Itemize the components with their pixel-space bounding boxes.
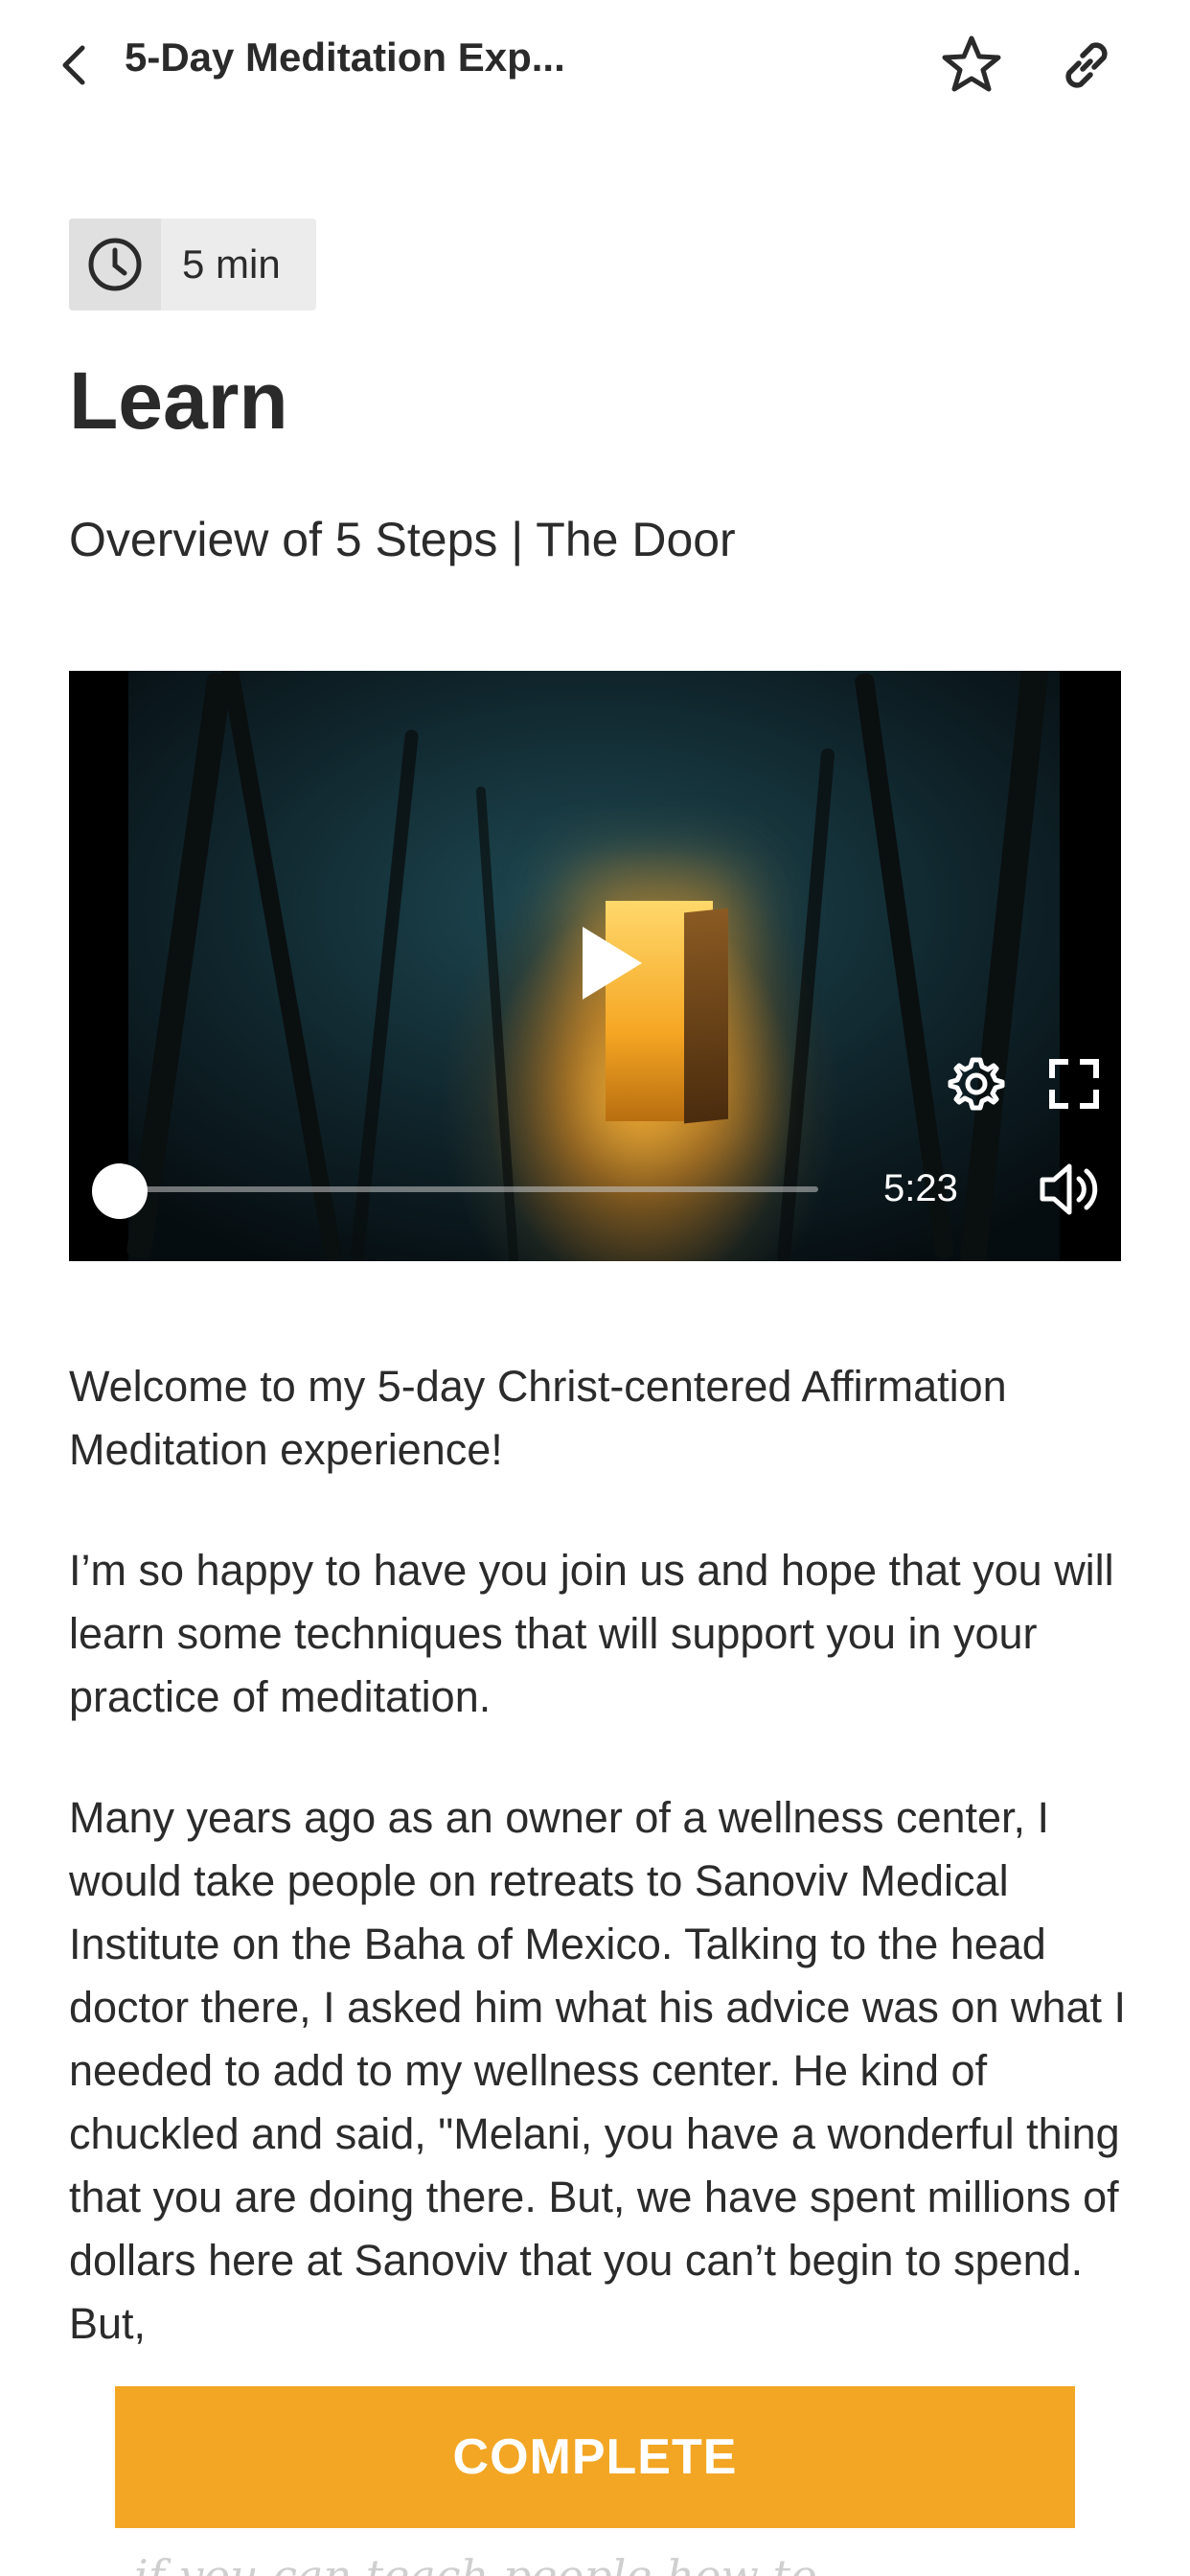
body-paragraph: Many years ago as an owner of a wellness…: [69, 1793, 1127, 2348]
link-icon: [1065, 42, 1108, 88]
body-paragraph: Welcome to my 5-day Christ-centered Affi…: [69, 1362, 1007, 1474]
play-icon: [583, 927, 642, 1000]
clock-icon: [88, 238, 142, 291]
body-paragraph: I’m so happy to have you join us and hop…: [69, 1546, 1114, 1721]
duration-badge: 5 min: [69, 218, 316, 310]
course-title: 5-Day Meditation Exp...: [125, 34, 565, 80]
lesson-body: Welcome to my 5-day Christ-centered Affi…: [69, 1355, 1133, 2413]
favorite-button[interactable]: [939, 33, 1004, 98]
lesson-subtitle: Overview of 5 Steps | The Door: [69, 513, 736, 566]
video-time: 5:23: [883, 1167, 958, 1209]
video-settings-button[interactable]: [945, 1052, 1008, 1116]
complete-button[interactable]: COMPLETE: [115, 2386, 1075, 2528]
lesson-page: 5-Day Meditation Exp... 5 min Learn Over…: [0, 0, 1190, 2576]
video-progress-bar[interactable]: [119, 1186, 818, 1192]
duration-icon-box: [69, 218, 161, 310]
share-link-button[interactable]: [1054, 33, 1119, 98]
top-bar: 5-Day Meditation Exp...: [0, 0, 1190, 129]
play-button[interactable]: [565, 915, 652, 1011]
chevron-left-icon: [62, 45, 85, 85]
fullscreen-button[interactable]: [1042, 1052, 1106, 1116]
video-scrubber-handle[interactable]: [92, 1163, 148, 1219]
video-player[interactable]: 5:23: [69, 671, 1121, 1261]
volume-button[interactable]: [1037, 1158, 1104, 1221]
star-outline-icon: [942, 35, 1001, 92]
section-title: Learn: [69, 356, 288, 446]
gear-icon: [948, 1057, 1005, 1111]
duration-text: 5 min: [182, 242, 281, 287]
fullscreen-icon: [1049, 1059, 1099, 1109]
script-quote-peek: if you can teach people how to: [134, 2550, 817, 2576]
volume-icon: [1040, 1163, 1098, 1215]
back-button[interactable]: [50, 38, 98, 92]
